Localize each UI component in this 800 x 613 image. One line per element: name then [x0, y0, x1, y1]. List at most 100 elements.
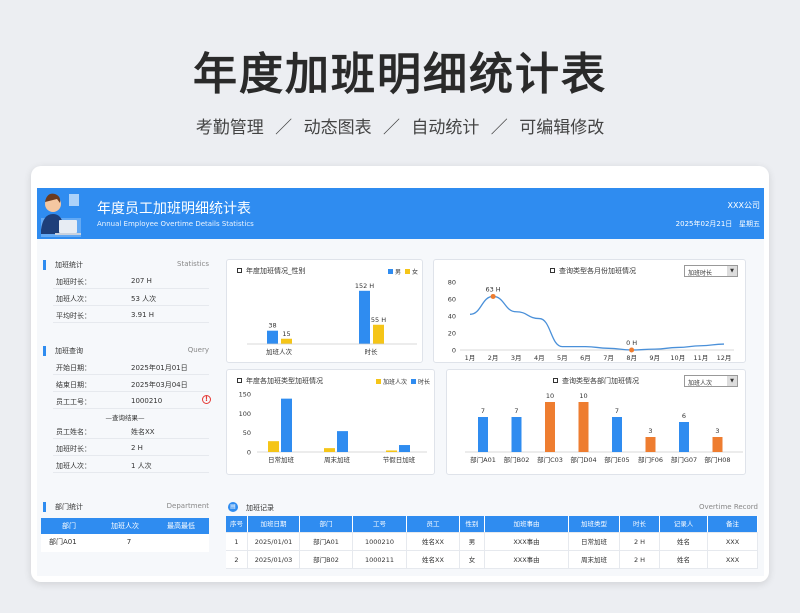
x-tick-label: 3月: [511, 354, 522, 362]
data-label: 10: [579, 392, 587, 400]
bar: [324, 448, 335, 452]
data-label: 55 H: [371, 316, 386, 324]
gender-chart-title-text: 年度加班情况_性别: [246, 267, 306, 275]
y-tick-label: 20: [448, 330, 456, 338]
x-tick-label: 1月: [465, 354, 476, 362]
data-label: 7: [615, 407, 619, 415]
table-cell: 女: [460, 551, 485, 568]
count-label: 加班人次：: [56, 462, 91, 470]
count-value: 1 人次: [131, 462, 152, 470]
table-cell: 1000211: [353, 551, 407, 568]
section-marker: [43, 260, 46, 270]
table-cell: 周末加班: [569, 551, 620, 568]
x-tick-label: 时长: [365, 347, 379, 356]
stats-title: 加班统计: [55, 261, 83, 269]
header-date: 2025年02月21日 星期五: [676, 219, 760, 229]
bar: [545, 402, 555, 452]
checkbox-icon: [237, 378, 242, 383]
monthly-chart-title: 查询类型各月份加班情况: [550, 266, 636, 276]
dept-table-row: 部门A01 7: [41, 534, 209, 552]
gender-chart-legend: 男女: [384, 267, 418, 276]
x-tick-label: 9月: [649, 354, 660, 362]
table-cell: XXX事由: [485, 551, 569, 568]
bar: [399, 445, 410, 452]
bar: [645, 437, 656, 452]
monthly-chart: 0 20 40 60 80 1月 2月 3月 4月 5月 6月 7月 8月 9月 10月 11月 12月 63 H…: [448, 279, 734, 362]
chevron-down-icon: ▼: [727, 266, 737, 276]
end-date-label: 结束日期：: [56, 381, 91, 389]
stats-section: 加班统计 Statistics 加班时长： 207 H 加班人次： 53 人次 平均时…: [37, 258, 213, 323]
gender-chart-title: 年度加班情况_性别: [237, 266, 306, 276]
dept-table-header: 部门 加班人次 最高最低: [41, 518, 209, 534]
x-tick-label: 部门G07: [671, 455, 697, 464]
x-tick-label: 12月: [717, 354, 732, 362]
employee-avatar-icon: [41, 193, 81, 237]
emp-id-label: 员工工号：: [56, 398, 91, 406]
table-cell: 2025/01/03: [248, 551, 300, 568]
column-header: 时长: [620, 516, 660, 532]
dept-chart-panel: 查询类型各部门加班情况 加班人次 ▼ 7 部门A01 7 部门B02 10 部门C03 10 部…: [446, 369, 746, 475]
document-icon: ▤: [228, 502, 238, 512]
emp-id-input[interactable]: 1000210: [131, 397, 162, 405]
start-date-label: 开始日期：: [56, 364, 91, 372]
dept-table: 部门 加班人次 最高最低 部门A01 7: [41, 518, 209, 552]
legend-swatch: [404, 269, 410, 274]
data-label: 0 H: [626, 339, 637, 347]
x-tick-label: 部门D04: [570, 455, 596, 464]
y-tick-label: 0: [452, 347, 456, 355]
y-tick-label: 150: [239, 391, 251, 399]
start-date-input[interactable]: 2025年01月01日: [131, 363, 188, 373]
series-line: [469, 295, 725, 351]
checkbox-icon: [237, 268, 242, 273]
y-tick-label: 40: [448, 313, 456, 321]
dept-col-header: 部门: [62, 522, 76, 530]
bar: [281, 398, 292, 452]
stat-label: 平均时长：: [56, 312, 91, 320]
gender-chart-panel: 年度加班情况_性别 男女 38 15 加班人次 152 H 55 H 时长: [226, 259, 423, 363]
table-cell: 2: [226, 551, 248, 568]
highlight-point: [490, 293, 496, 299]
legend-label: 男: [394, 269, 401, 276]
x-tick-label: 部门C03: [537, 455, 563, 464]
stat-label: 加班人次：: [56, 295, 91, 303]
table-cell: 姓名: [660, 533, 708, 550]
column-header: 员工: [407, 516, 460, 532]
table-cell: 姓名XX: [407, 533, 460, 550]
column-header: 部门: [300, 516, 353, 532]
x-tick-label: 部门E05: [604, 455, 629, 464]
table-cell: 部门B02: [300, 551, 353, 568]
legend-swatch: [375, 379, 381, 384]
table-cell: 2 H: [620, 533, 660, 550]
monthly-chart-panel: 查询类型各月份加班情况 加班时长 ▼ 0 20 40 60 80 1月 2月 3月 4月 5月 6月 7…: [433, 259, 746, 363]
y-tick-label: 100: [239, 410, 251, 418]
end-date-input[interactable]: 2025年03月04日: [131, 380, 188, 390]
dept-col-header: 最高最低: [167, 522, 195, 530]
legend-swatch: [387, 269, 393, 274]
dept-section: 部门统计 Department: [37, 500, 213, 514]
dept-type-select[interactable]: 加班人次 ▼: [684, 375, 738, 387]
table-cell: 部门A01: [300, 533, 353, 550]
x-tick-label: 节假日加班: [383, 455, 416, 464]
y-tick-label: 80: [448, 279, 456, 287]
query-section: 加班查询 Query 开始日期： 2025年01月01日 结束日期： 2025年03月…: [37, 344, 213, 473]
stat-value: 3.91 H: [131, 311, 155, 319]
type-chart: 0 50 100 150 日常加班 周末加班 节假日加班: [239, 391, 427, 464]
records-header: ▤ 加班记录 Overtime Record: [226, 500, 758, 514]
duration-label: 加班时长：: [56, 445, 91, 453]
bar: [712, 437, 723, 452]
x-tick-label: 6月: [580, 354, 591, 362]
page-subtitle: 考勤管理 ／ 动态图表 ／ 自动统计 ／ 可编辑修改: [195, 118, 605, 138]
x-tick-label: 周末加班: [324, 455, 351, 464]
dept-col-header: 加班人次: [111, 522, 139, 530]
bar: [386, 450, 397, 452]
dept-title-en: Department: [166, 502, 209, 510]
data-label: 7: [514, 407, 518, 415]
table-cell: 姓名: [660, 551, 708, 568]
type-chart-title: 年度各加班类型加班情况: [237, 376, 323, 386]
type-chart-legend: 加班人次 时长: [372, 377, 430, 386]
section-marker: [43, 502, 46, 512]
checkbox-icon: [553, 378, 558, 383]
dept-cell: 部门A01: [49, 538, 77, 546]
query-title: 加班查询: [55, 347, 83, 355]
dept-title: 部门统计: [55, 503, 83, 511]
